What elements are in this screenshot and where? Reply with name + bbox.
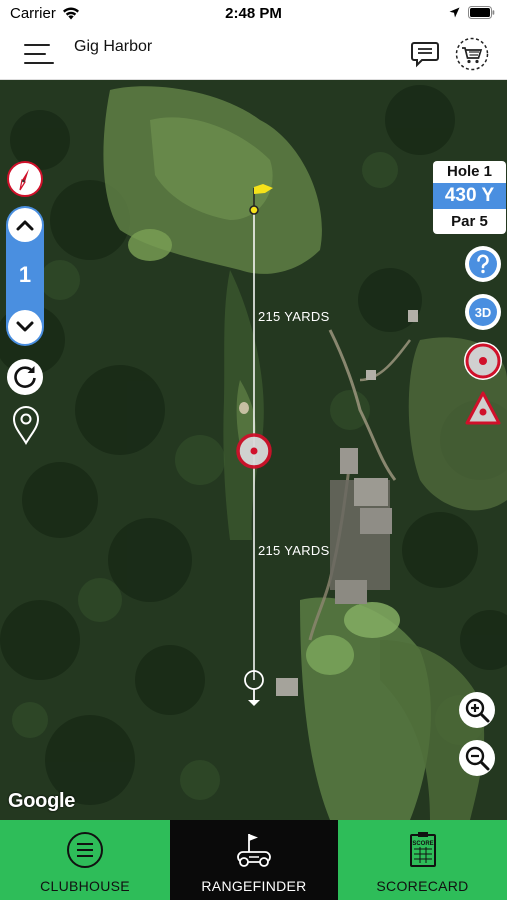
tab-clubhouse-label: CLUBHOUSE: [40, 878, 130, 894]
chevron-down-icon: [16, 321, 34, 332]
flag-pin-icon: [249, 184, 273, 215]
next-hole-button[interactable]: [8, 310, 42, 344]
3d-view-button[interactable]: 3D: [465, 294, 501, 330]
menu-line: [24, 62, 54, 64]
map-attribution: Google: [8, 790, 76, 812]
hazard-triangle-icon: [465, 391, 501, 425]
battery-icon: [468, 6, 495, 19]
tab-scorecard[interactable]: SCORE SCORECARD: [338, 820, 507, 900]
chat-icon: [411, 42, 439, 68]
bottom-tab-bar: CLUBHOUSE RANGEFINDER SCORE SCORECARD: [0, 820, 507, 900]
location-arrow-icon: [449, 7, 460, 18]
course-map[interactable]: 215 YARDS 215 YARDS 1 Hole 1 430 Y Par 5…: [0, 80, 507, 820]
course-title: Gig Harbor: [74, 38, 153, 55]
reset-view-button[interactable]: [7, 359, 43, 395]
hole-par: Par 5: [451, 213, 488, 230]
target-marker-icon[interactable]: [236, 433, 272, 469]
hazard-mode-button[interactable]: [464, 390, 502, 426]
lower-distance-label: 215 YARDS: [258, 543, 330, 558]
list-circle-icon: [67, 832, 103, 868]
zoom-in-button[interactable]: [459, 692, 495, 728]
hole-label: Hole 1: [446, 163, 492, 180]
status-time: 2:48 PM: [225, 5, 282, 22]
refresh-icon: [14, 366, 36, 388]
svg-text:SCORE: SCORE: [412, 841, 433, 847]
map-pin-icon: [12, 406, 40, 445]
tab-clubhouse[interactable]: CLUBHOUSE: [0, 820, 170, 900]
location-pin-button[interactable]: [10, 405, 42, 445]
scorecard-icon: SCORE: [409, 832, 436, 867]
compass-icon: [19, 169, 29, 191]
target-icon: [465, 343, 501, 379]
chevron-up-icon: [16, 220, 34, 231]
zoom-out-button[interactable]: [459, 740, 495, 776]
hole-yardage: 430 Y: [433, 183, 506, 209]
pro-shop-button[interactable]: [454, 36, 490, 72]
help-button[interactable]: [465, 246, 501, 282]
status-right: [449, 6, 495, 19]
zoom-in-icon: [465, 698, 490, 723]
current-hole-number: 1: [18, 262, 32, 287]
upper-distance-label: 215 YARDS: [258, 309, 330, 324]
menu-line: [24, 53, 46, 55]
3d-icon: 3D: [469, 298, 497, 326]
menu-button[interactable]: [24, 40, 56, 68]
hole-info-card[interactable]: Hole 1 430 Y Par 5: [433, 161, 506, 234]
previous-hole-button[interactable]: [8, 208, 42, 242]
tab-scorecard-label: SCORECARD: [376, 878, 469, 894]
hole-picker: 1: [6, 206, 44, 346]
header-bar: Gig Harbor: [0, 28, 507, 80]
distance-overlay: [236, 184, 273, 706]
chat-button[interactable]: [410, 40, 440, 68]
svg-text:3D: 3D: [475, 305, 492, 320]
tab-rangefinder[interactable]: RANGEFINDER: [170, 820, 338, 900]
help-icon: [469, 250, 497, 278]
tab-rangefinder-label: RANGEFINDER: [201, 878, 307, 894]
zoom-out-icon: [465, 746, 490, 771]
flag-cart-icon: [237, 834, 271, 867]
pro-shop-cart-icon: [455, 37, 489, 71]
menu-line: [24, 44, 50, 46]
compass-button[interactable]: [7, 161, 43, 197]
status-bar: Carrier 2:48 PM: [0, 0, 507, 28]
target-mode-button[interactable]: [464, 342, 502, 380]
